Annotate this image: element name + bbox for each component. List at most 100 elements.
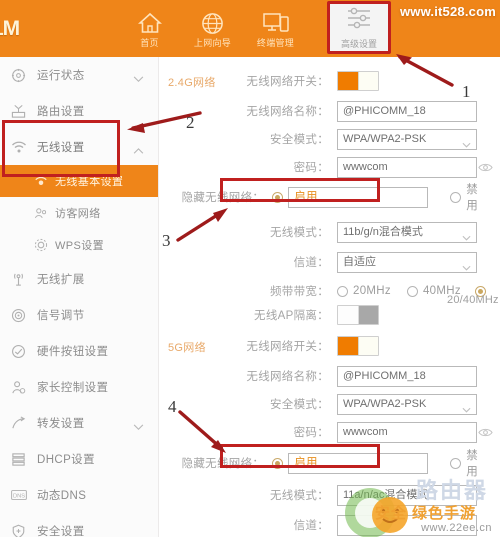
home-icon xyxy=(137,10,162,37)
antenna-icon xyxy=(11,272,33,287)
sidebar-item-wireless-settings-label: 无线设置 xyxy=(37,142,85,154)
label-5g-channel: 信道： xyxy=(293,520,329,532)
select-24g-security-value: WPA/WPA2-PSK xyxy=(343,132,427,145)
sidebar-item-security-label: 安全设置 xyxy=(37,526,85,537)
select-5g-channel[interactable] xyxy=(337,514,477,536)
input-5g-ssid[interactable]: @PHICOMM_18 xyxy=(337,365,477,387)
sidebar-item-signal-adjust[interactable]: 信号调节 xyxy=(0,297,158,333)
input-24g-password-value: wwwcom xyxy=(343,160,388,173)
label-24g-security: 安全模式： xyxy=(270,134,329,146)
toggle-24g-ap-isolation[interactable] xyxy=(337,305,379,325)
label-5g-wifi-switch: 无线网络开关： xyxy=(246,341,329,353)
annotation-number-3: 3 xyxy=(162,231,171,250)
label-5g-hidden: 隐藏无线网络： xyxy=(181,458,265,470)
wps-icon xyxy=(34,238,52,252)
row-5g-mode: 无线模式： 11a/n/ac混合模式 xyxy=(159,481,500,509)
sidebar-item-wireless-basic[interactable]: 无线基本设置 xyxy=(0,165,158,197)
select-24g-mode[interactable]: 11b/g/n混合模式 xyxy=(337,221,477,243)
svg-text:DNS: DNS xyxy=(13,493,25,499)
radio-24g-hidden-enable-label: 启用 xyxy=(288,186,429,208)
row-5g-password: 密码： wwwcom xyxy=(159,418,500,446)
chevron-down-icon xyxy=(462,259,471,278)
nav-item-home[interactable]: 首页 xyxy=(118,0,181,57)
header-watermark: www.it528.com xyxy=(399,4,496,19)
label-24g-bandwidth: 频带带宽： xyxy=(270,286,329,298)
sidebar-item-ddns[interactable]: DNS 动态DNS xyxy=(0,477,158,513)
row-5g-channel: 信道： xyxy=(159,511,500,537)
sidebar-item-dhcp[interactable]: DHCP设置 xyxy=(0,441,158,477)
gauge-icon xyxy=(11,68,33,83)
row-24g-ssid: 无线网络名称： @PHICOMM_18 xyxy=(159,97,500,125)
chevron-down-icon xyxy=(133,418,144,436)
radio-24g-hidden-enable[interactable]: 启用 xyxy=(272,186,429,208)
label-24g-wifi-switch: 无线网络开关： xyxy=(246,76,329,88)
radio-5g-hidden-disable[interactable]: 禁用 xyxy=(450,447,478,479)
sidebar-item-forwarding[interactable]: 转发设置 xyxy=(0,405,158,441)
row-5g-ssid: 无线网络名称： @PHICOMM_18 xyxy=(159,362,500,390)
select-24g-channel-value: 自适应 xyxy=(343,255,376,268)
eye-icon[interactable] xyxy=(478,161,493,180)
label-24g-ap-isolation: 无线AP隔离： xyxy=(254,310,329,322)
sliders-icon xyxy=(345,6,373,35)
row-24g-wifi-switch: 无线网络开关： xyxy=(159,67,500,95)
sidebar-item-security[interactable]: 安全设置 xyxy=(0,513,158,537)
radio-dot-icon xyxy=(406,285,418,297)
sidebar-item-status[interactable]: 运行状态 xyxy=(0,57,158,93)
chevron-down-icon xyxy=(462,401,471,420)
input-24g-password[interactable]: wwwcom xyxy=(337,156,493,178)
parental-icon xyxy=(11,380,33,395)
nav-item-wizard[interactable]: 上网向导 xyxy=(181,0,244,57)
select-24g-channel[interactable]: 自适应 xyxy=(337,251,477,273)
eye-icon[interactable] xyxy=(478,426,493,445)
sidebar-item-forwarding-label: 转发设置 xyxy=(37,418,85,430)
radio-5g-hidden-enable-label: 启用 xyxy=(288,452,429,474)
sidebar-item-guest-network-label: 访客网络 xyxy=(55,208,101,220)
select-24g-security[interactable]: WPA/WPA2-PSK xyxy=(337,128,477,150)
top-header: 1M 首页 上网向导 终端管理 xyxy=(0,0,500,57)
toggle-5g-wifi-switch[interactable] xyxy=(337,336,379,356)
input-5g-password-value: wwwcom xyxy=(343,425,388,438)
annotation-number-2: 2 xyxy=(186,113,195,132)
select-5g-security[interactable]: WPA/WPA2-PSK xyxy=(337,393,477,415)
input-24g-ssid[interactable]: @PHICOMM_18 xyxy=(337,100,477,122)
sidebar-item-wireless-settings[interactable]: 无线设置 xyxy=(0,129,158,165)
radio-dot-icon xyxy=(450,191,462,203)
select-5g-mode-value: 11a/n/ac混合模式 xyxy=(343,488,429,501)
radio-dot-icon xyxy=(272,457,284,469)
row-24g-channel: 信道： 自适应 xyxy=(159,248,500,276)
radio-5g-hidden-enable[interactable]: 启用 xyxy=(272,452,429,474)
sidebar-item-wps[interactable]: WPS设置 xyxy=(0,229,158,261)
radio-24g-hidden-disable[interactable]: 禁用 xyxy=(450,181,478,213)
sidebar: 运行状态 路由设置 无线设置 无线基本设置 访客网络 WPS设置 无线扩展 信号… xyxy=(0,57,159,537)
sidebar-item-wps-label: WPS设置 xyxy=(55,240,105,252)
row-5g-hidden: 隐藏无线网络： 启用 禁用 xyxy=(159,447,500,479)
sidebar-item-wireless-extend-label: 无线扩展 xyxy=(37,274,85,286)
row-24g-password: 密码： wwwcom xyxy=(159,153,500,181)
devices-icon xyxy=(262,10,289,37)
nav-item-advanced[interactable]: 高级设置 xyxy=(327,1,391,54)
label-5g-mode: 无线模式： xyxy=(270,490,329,502)
radio-24g-bw-20[interactable]: 20MHz xyxy=(337,285,391,297)
select-5g-mode[interactable]: 11a/n/ac混合模式 xyxy=(337,484,477,506)
signal-icon xyxy=(11,308,33,323)
row-5g-security: 安全模式： WPA/WPA2-PSK xyxy=(159,390,500,418)
sidebar-item-router-settings[interactable]: 路由设置 xyxy=(0,93,158,129)
sidebar-item-hardware-button[interactable]: 硬件按钮设置 xyxy=(0,333,158,369)
button-icon xyxy=(11,344,33,359)
radio-dot-icon xyxy=(450,457,462,469)
top-nav: 首页 上网向导 终端管理 高级设置 xyxy=(118,0,391,57)
sidebar-item-parental-control[interactable]: 家长控制设置 xyxy=(0,369,158,405)
radio-24g-hidden-disable-label: 禁用 xyxy=(466,184,478,212)
label-24g-hidden: 隐藏无线网络： xyxy=(181,192,265,204)
nav-item-devices[interactable]: 终端管理 xyxy=(244,0,307,57)
chevron-up-icon xyxy=(133,142,144,160)
radio-24g-bw-20-label: 20MHz xyxy=(353,285,391,297)
label-5g-ssid: 无线网络名称： xyxy=(246,371,329,383)
label-24g-channel: 信道： xyxy=(293,257,329,269)
guest-icon xyxy=(34,207,52,220)
chevron-down-icon xyxy=(462,229,471,248)
toggle-24g-wifi-switch[interactable] xyxy=(337,71,379,91)
sidebar-item-guest-network[interactable]: 访客网络 xyxy=(0,197,158,229)
sidebar-item-wireless-extend[interactable]: 无线扩展 xyxy=(0,261,158,297)
input-5g-password[interactable]: wwwcom xyxy=(337,421,493,443)
